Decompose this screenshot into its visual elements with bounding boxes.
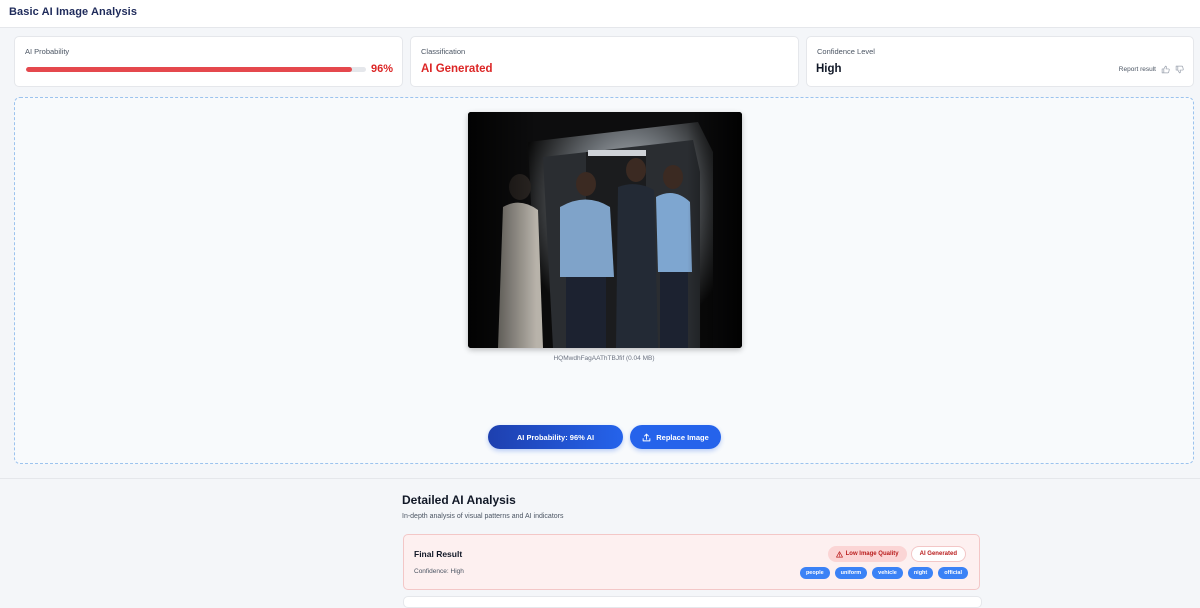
confidence-value: High <box>816 63 842 75</box>
final-result-card: Final Result Confidence: High Low Image … <box>403 534 980 590</box>
upload-icon <box>642 433 651 441</box>
classification-label: Classification <box>421 47 466 56</box>
tag-uniform: uniform <box>834 567 868 579</box>
low-quality-badge: Low Image Quality <box>827 546 907 562</box>
tag-people: people <box>799 567 830 579</box>
section-divider <box>0 478 1200 479</box>
top-bar: Basic AI Image Analysis <box>0 0 1200 28</box>
confidence-card: Confidence Level High Report result <box>806 36 1194 87</box>
ai-probability-bar <box>26 67 366 72</box>
replace-image-label: Replace Image <box>656 432 709 442</box>
result-badges: Low Image Quality AI Generated <box>827 546 966 562</box>
tag-official: official <box>938 567 968 579</box>
confidence-label: Confidence Level <box>817 47 875 56</box>
final-result-confidence: Confidence: High <box>414 568 464 575</box>
ai-probability-button-label: AI Probability: 96% AI <box>516 432 595 442</box>
ai-probability-bar-fill <box>26 67 353 72</box>
thumbs-down-icon[interactable] <box>1175 65 1184 74</box>
thumbs-up-icon[interactable] <box>1161 65 1170 74</box>
uploaded-image <box>468 112 742 348</box>
ai-probability-card: AI Probability 96% <box>14 36 403 87</box>
tag-vehicle: vehicle <box>872 567 903 579</box>
ai-probability-label: AI Probability <box>25 47 70 56</box>
ai-probability-value: 96% <box>370 63 393 75</box>
replace-image-button[interactable]: Replace Image <box>630 425 721 449</box>
low-quality-badge-label: Low Image Quality <box>845 551 899 557</box>
final-result-title: Final Result <box>414 549 463 559</box>
details-title: Detailed AI Analysis <box>402 493 516 507</box>
classification-card: Classification AI Generated <box>410 36 799 87</box>
result-tags: people uniform vehicle night official <box>799 567 968 579</box>
warning-icon <box>835 550 843 557</box>
image-dropzone[interactable]: HQMwdhFagAAThTBJfif (0.04 MB) AI Probabi… <box>14 97 1194 464</box>
tag-night: night <box>907 567 934 579</box>
report-result: Report result <box>1119 65 1184 74</box>
details-subtitle: In-depth analysis of visual patterns and… <box>402 513 564 520</box>
page-title: Basic AI Image Analysis <box>9 6 138 18</box>
next-analysis-card <box>403 596 982 608</box>
file-caption: HQMwdhFagAAThTBJfif (0.04 MB) <box>553 355 655 362</box>
report-result-label: Report result <box>1118 66 1156 73</box>
ai-generated-badge: AI Generated <box>910 546 966 562</box>
ai-probability-button[interactable]: AI Probability: 96% AI <box>488 425 623 449</box>
classification-value: AI Generated <box>421 63 493 75</box>
